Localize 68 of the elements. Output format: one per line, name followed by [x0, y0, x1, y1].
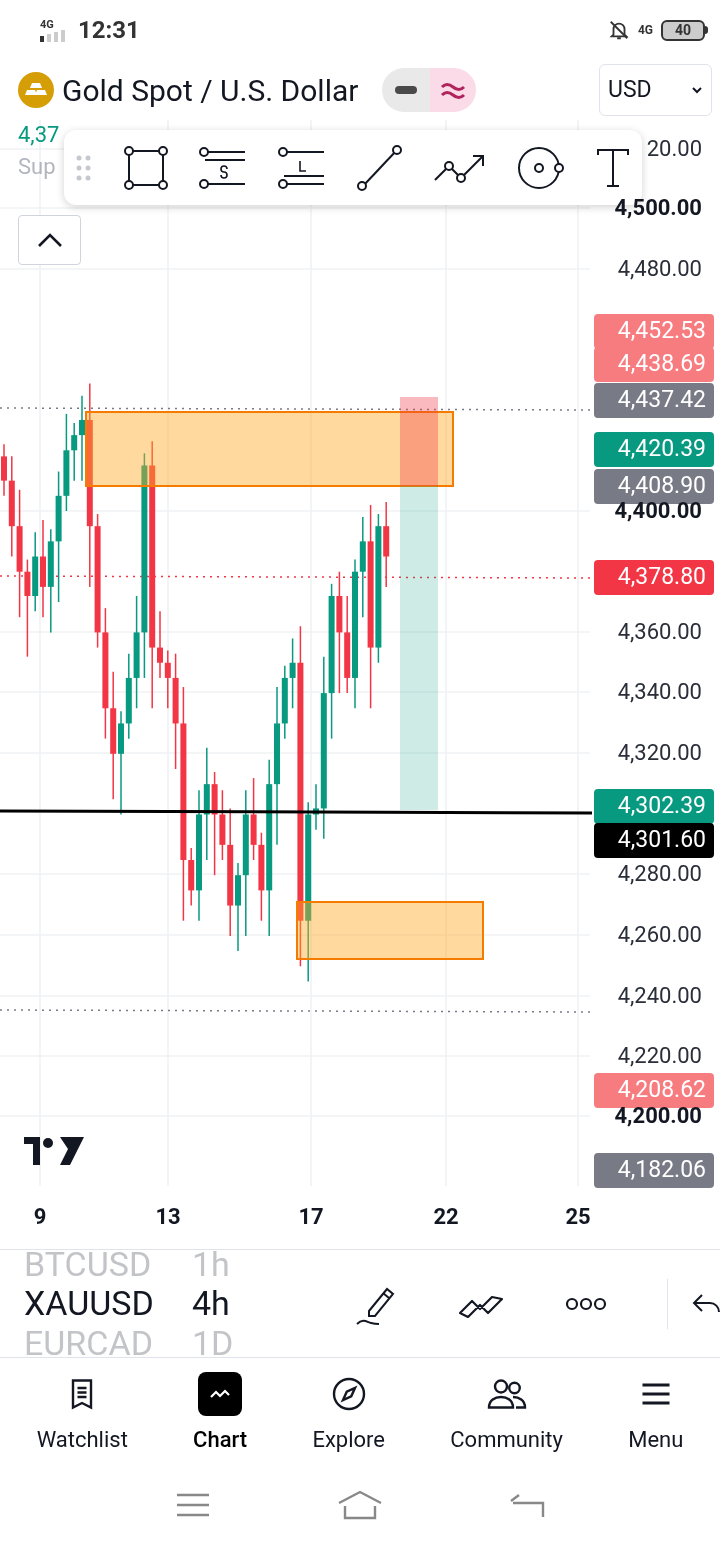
- chevron-down-icon: [691, 85, 703, 95]
- logo-icon: [24, 1137, 84, 1165]
- home-icon[interactable]: [337, 1490, 383, 1520]
- time-label: 9: [33, 1203, 47, 1231]
- price-tag: 4,420.39: [594, 432, 714, 467]
- clock: 12:31: [78, 15, 140, 46]
- price-label: 4,500.00: [614, 194, 702, 222]
- more-icon[interactable]: [565, 1296, 607, 1311]
- time-label: 25: [565, 1203, 591, 1231]
- recents-icon[interactable]: [175, 1492, 211, 1518]
- nav-tab[interactable]: Menu: [628, 1368, 684, 1456]
- price-tag: 4,182.06: [594, 1153, 714, 1188]
- approx-icon: [440, 80, 467, 100]
- price-label: 4,360.00: [617, 618, 702, 646]
- price-label: 20.00: [646, 135, 702, 163]
- price-tag: 4,208.62: [594, 1073, 714, 1108]
- price-change-text: 4,37: [18, 121, 60, 149]
- chevron-up-icon: [36, 232, 63, 248]
- battery-icon: 40: [661, 19, 708, 41]
- symbol-text: EURCAD: [24, 1329, 154, 1357]
- price-label: 4,260.00: [617, 921, 702, 949]
- back-icon[interactable]: [509, 1491, 545, 1519]
- price-tag: 4,302.39: [594, 789, 714, 824]
- interval-text: 1D: [192, 1329, 234, 1357]
- nav-tab[interactable]: Community: [450, 1368, 563, 1456]
- symbol-row[interactable]: XAUUSD 4h: [24, 1278, 320, 1329]
- coin-icon: [18, 72, 54, 108]
- symbol-picker[interactable]: BTCUSD 1h XAUUSD 4h EURCAD 1D: [0, 1250, 320, 1357]
- symbol-title: Gold Spot / U.S. Dollar: [62, 71, 359, 110]
- price-tag: 4,452.53: [594, 314, 714, 349]
- short-position-tool-icon[interactable]: [199, 146, 248, 189]
- bell-off-icon: [607, 18, 630, 42]
- compass-icon: [330, 1375, 367, 1412]
- text-tool-icon[interactable]: [595, 146, 630, 189]
- interval-text: 4h: [192, 1282, 230, 1325]
- time-label: 13: [155, 1203, 181, 1231]
- price-label: 4,220.00: [617, 1042, 702, 1070]
- trend-line-tool-icon[interactable]: [356, 144, 403, 191]
- nav-tab[interactable]: Chart: [193, 1368, 248, 1456]
- price-tag: 4,437.42: [594, 383, 714, 418]
- nav-tab[interactable]: Explore: [312, 1368, 386, 1456]
- nav-tab[interactable]: Watchlist: [36, 1368, 128, 1456]
- network-label: 4G: [40, 18, 54, 30]
- currency-select[interactable]: USD: [599, 64, 712, 116]
- interval-text: 1h: [192, 1250, 230, 1278]
- collapse-button[interactable]: [18, 215, 81, 265]
- minus-button[interactable]: [382, 68, 431, 112]
- indicator-label: Sup: [18, 153, 56, 181]
- price-tag: 4,438.69: [594, 347, 714, 382]
- symbol-text: XAUUSD: [24, 1282, 155, 1325]
- minus-icon: [395, 86, 418, 94]
- time-label: 17: [298, 1203, 324, 1231]
- price-label: 4,340.00: [617, 678, 702, 706]
- price-tag: 4,378.80: [594, 560, 714, 595]
- rectangle-tool-icon[interactable]: [122, 144, 169, 191]
- price-tag: 4,301.60: [594, 823, 714, 858]
- price-label: 4,240.00: [617, 982, 702, 1010]
- data-label: 4G: [637, 24, 653, 36]
- chart-icon: [198, 1371, 243, 1416]
- circle-tool-icon[interactable]: [517, 144, 566, 191]
- price-label: 4,280.00: [617, 860, 702, 888]
- symbol-text: BTCUSD: [24, 1250, 153, 1278]
- price-label: 4,320.00: [617, 739, 702, 767]
- price-label: 4,480.00: [617, 255, 702, 283]
- long-position-tool-icon[interactable]: [277, 146, 326, 189]
- time-label: 22: [433, 1203, 459, 1231]
- drag-handle-icon[interactable]: [76, 153, 92, 182]
- approx-button[interactable]: [430, 68, 477, 112]
